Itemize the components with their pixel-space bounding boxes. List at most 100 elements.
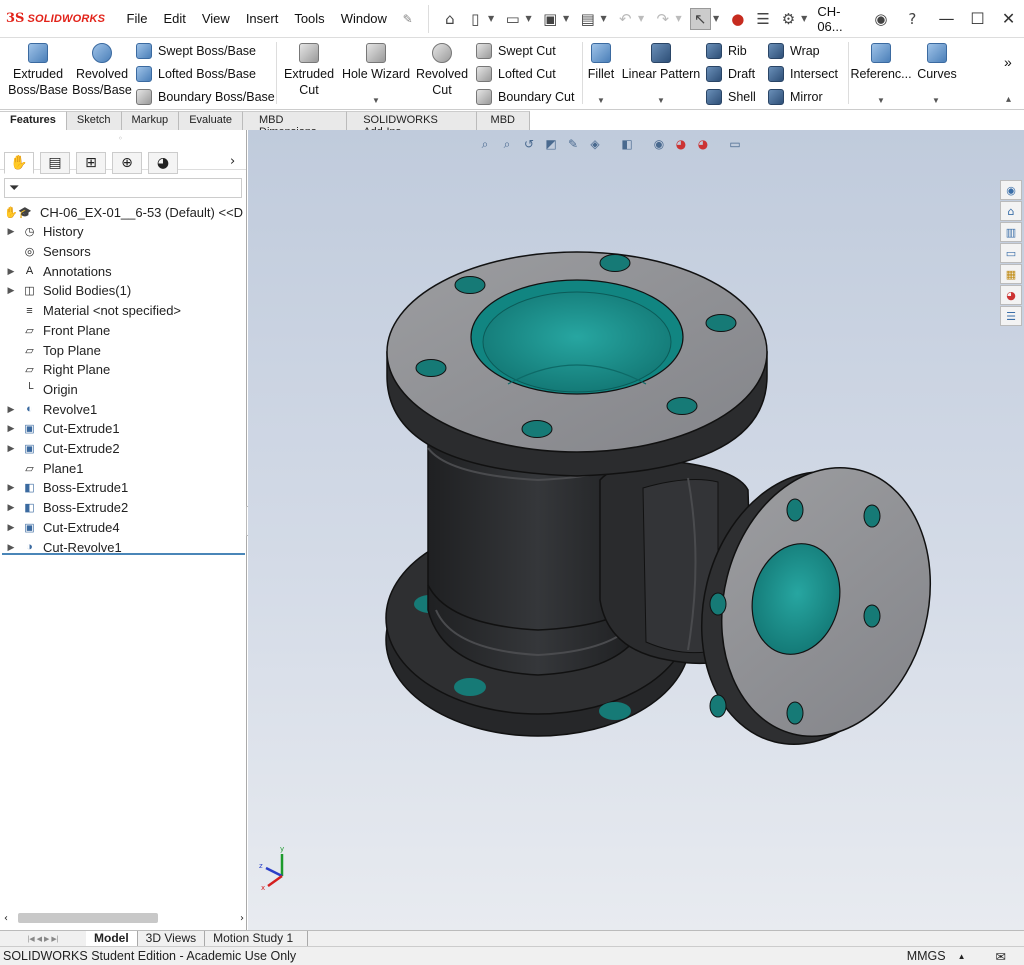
panel-grip-icon[interactable]: ◦ — [118, 134, 123, 143]
tab-sketch[interactable]: Sketch — [66, 111, 122, 130]
chevron-down-icon[interactable]: ▼ — [638, 14, 644, 23]
expand-arrow-icon[interactable]: ▶ — [0, 522, 22, 533]
chevron-down-icon[interactable]: ▼ — [597, 96, 605, 105]
tree-item-annotations[interactable]: ▶ A Annotations — [0, 261, 112, 281]
chevron-down-icon[interactable]: ▼ — [372, 96, 380, 105]
revolved-boss-base-button[interactable]: Revolved Boss/Base — [72, 43, 132, 98]
pipe-tee-model[interactable] — [248, 130, 1024, 930]
swept-cut-button[interactable]: Swept Cut — [476, 41, 556, 61]
tree-item-solid-bodies[interactable]: ▶ ◫ Solid Bodies(1) — [0, 281, 132, 301]
tab-evaluate[interactable]: Evaluate — [179, 111, 243, 130]
tree-item-cut-extrude1[interactable]: ▶ ▣ Cut-Extrude1 — [0, 419, 120, 439]
intersect-button[interactable]: Intersect — [768, 64, 838, 84]
tree-item-material[interactable]: ≡ Material <not specified> — [0, 301, 181, 321]
chevron-down-icon[interactable]: ▼ — [801, 14, 807, 23]
chevron-down-icon[interactable]: ▼ — [600, 14, 606, 23]
user-account-icon[interactable]: ◉ — [870, 8, 891, 30]
save-icon[interactable]: ▣ — [540, 8, 561, 30]
expand-arrow-icon[interactable]: ▶ — [0, 404, 22, 415]
redo-icon[interactable]: ↷ — [652, 8, 673, 30]
minimize-icon[interactable]: — — [931, 9, 962, 28]
expand-arrow-icon[interactable]: ▶ — [0, 542, 22, 553]
tab-mbd[interactable]: MBD — [476, 111, 530, 130]
menu-view[interactable]: View — [194, 11, 238, 26]
rebuild-traffic-light-icon[interactable]: ● — [727, 8, 748, 30]
new-document-icon[interactable]: ▯ — [465, 8, 486, 30]
tab-model[interactable]: Model — [86, 931, 138, 946]
property-manager-tab-icon[interactable]: ▤ — [40, 152, 70, 174]
tab-3d-views[interactable]: 3D Views — [138, 931, 206, 946]
menu-window[interactable]: Window — [333, 11, 395, 26]
close-icon[interactable]: ✕ — [993, 9, 1024, 28]
chevron-down-icon[interactable]: ▼ — [877, 96, 885, 105]
undo-icon[interactable]: ↶ — [615, 8, 636, 30]
tree-item-boss-extrude2[interactable]: ▶ ◧ Boss-Extrude2 — [0, 498, 129, 518]
previous-tab-icon[interactable]: ◀ — [37, 935, 42, 943]
menu-insert[interactable]: Insert — [238, 11, 287, 26]
tree-item-sensors[interactable]: ◎ Sensors — [0, 242, 91, 262]
chevron-right-icon[interactable]: › — [240, 913, 244, 924]
tab-motion-study-1[interactable]: Motion Study 1 — [205, 931, 309, 946]
chevron-down-icon[interactable]: ▼ — [675, 14, 681, 23]
shell-button[interactable]: Shell — [706, 87, 756, 107]
curves-button[interactable]: Curves — [914, 43, 960, 82]
tree-item-right-plane[interactable]: ▱ Right Plane — [0, 360, 110, 380]
expand-arrow-icon[interactable]: ▶ — [0, 266, 22, 277]
graphics-area[interactable]: ⌕ ⌕ ↺ ◩ ✎ ◈ ◧ ◉ ◕ ◕ ▭ ◉ ⌂ ▥ ▭ ▦ ◕ ☰ y z … — [248, 130, 1024, 930]
last-tab-icon[interactable]: ▶| — [51, 935, 58, 943]
first-tab-icon[interactable]: |◀ — [27, 935, 34, 943]
swept-boss-base-button[interactable]: Swept Boss/Base — [136, 41, 256, 61]
expand-arrow-icon[interactable]: ▶ — [0, 226, 22, 237]
chevron-down-icon[interactable]: ▼ — [525, 14, 531, 23]
menu-edit[interactable]: Edit — [155, 11, 193, 26]
next-tab-icon[interactable]: ▶ — [44, 935, 49, 943]
tab-solidworks-add-ins[interactable]: SOLIDWORKS Add-Ins — [347, 111, 477, 138]
options-gear-icon[interactable]: ⚙ — [778, 8, 799, 30]
chevron-down-icon[interactable]: ▼ — [488, 14, 494, 23]
display-manager-tab-icon[interactable]: ◕ — [148, 152, 178, 174]
tab-features[interactable]: Features — [0, 111, 67, 130]
home-icon[interactable]: ⌂ — [439, 8, 460, 30]
tree-item-history[interactable]: ▶ ◷ History — [0, 222, 84, 242]
extruded-boss-base-button[interactable]: Extruded Boss/Base — [8, 43, 68, 98]
linear-pattern-button[interactable]: Linear Pattern — [620, 43, 702, 82]
reference-geometry-button[interactable]: Referenc... — [850, 43, 912, 82]
print-icon[interactable]: ▤ — [577, 8, 598, 30]
menu-tools[interactable]: Tools — [286, 11, 332, 26]
chevron-left-icon[interactable]: ‹ — [4, 913, 8, 924]
tree-item-cut-extrude4[interactable]: ▶ ▣ Cut-Extrude4 — [0, 518, 120, 538]
wrap-button[interactable]: Wrap — [768, 41, 820, 61]
ribbon-more-chevron-icon[interactable]: » — [1004, 52, 1012, 72]
tree-item-plane1[interactable]: ▱ Plane1 — [0, 458, 83, 478]
chevron-down-icon[interactable]: ▼ — [563, 14, 569, 23]
tab-mbd-dimensions[interactable]: MBD Dimensions — [243, 111, 348, 138]
menu-file[interactable]: File — [119, 11, 156, 26]
tree-item-origin[interactable]: └ Origin — [0, 380, 78, 400]
tree-root-part[interactable]: ✋ 🎓 CH-06_EX-01__6-53 (Default) <<D — [4, 202, 243, 222]
tree-item-top-plane[interactable]: ▱ Top Plane — [0, 340, 101, 360]
select-cursor-icon[interactable]: ↖ — [689, 7, 711, 30]
feature-manager-tab-icon[interactable]: ✋ — [4, 152, 34, 174]
expand-arrow-icon[interactable]: ▶ — [0, 482, 22, 493]
rib-button[interactable]: Rib — [706, 41, 747, 61]
chevron-down-icon[interactable]: ▼ — [932, 96, 940, 105]
mirror-button[interactable]: Mirror — [768, 87, 823, 107]
tree-filter[interactable]: ⏷ — [4, 178, 242, 198]
boundary-boss-base-button[interactable]: Boundary Boss/Base — [136, 87, 275, 107]
tree-item-cut-extrude2[interactable]: ▶ ▣ Cut-Extrude2 — [0, 439, 120, 459]
maximize-icon[interactable]: ☐ — [962, 9, 993, 28]
configuration-manager-tab-icon[interactable]: ⊞ — [76, 152, 106, 174]
chevron-down-icon[interactable]: ▼ — [657, 96, 665, 105]
open-folder-icon[interactable]: ▭ — [502, 8, 523, 30]
draft-button[interactable]: Draft — [706, 64, 755, 84]
chevron-right-icon[interactable]: › — [230, 154, 235, 169]
customize-status-icon[interactable]: ✉ — [996, 949, 1006, 964]
hole-wizard-button[interactable]: Hole Wizard — [341, 43, 411, 82]
revolved-cut-button[interactable]: Revolved Cut — [414, 43, 470, 98]
chevron-up-icon[interactable]: ▲ — [958, 952, 966, 961]
tab-markup[interactable]: Markup — [121, 111, 180, 130]
boundary-cut-button[interactable]: Boundary Cut — [476, 87, 574, 107]
chevron-down-icon[interactable]: ▼ — [713, 14, 719, 23]
expand-arrow-icon[interactable]: ▶ — [0, 285, 22, 296]
lofted-boss-base-button[interactable]: Lofted Boss/Base — [136, 64, 256, 84]
